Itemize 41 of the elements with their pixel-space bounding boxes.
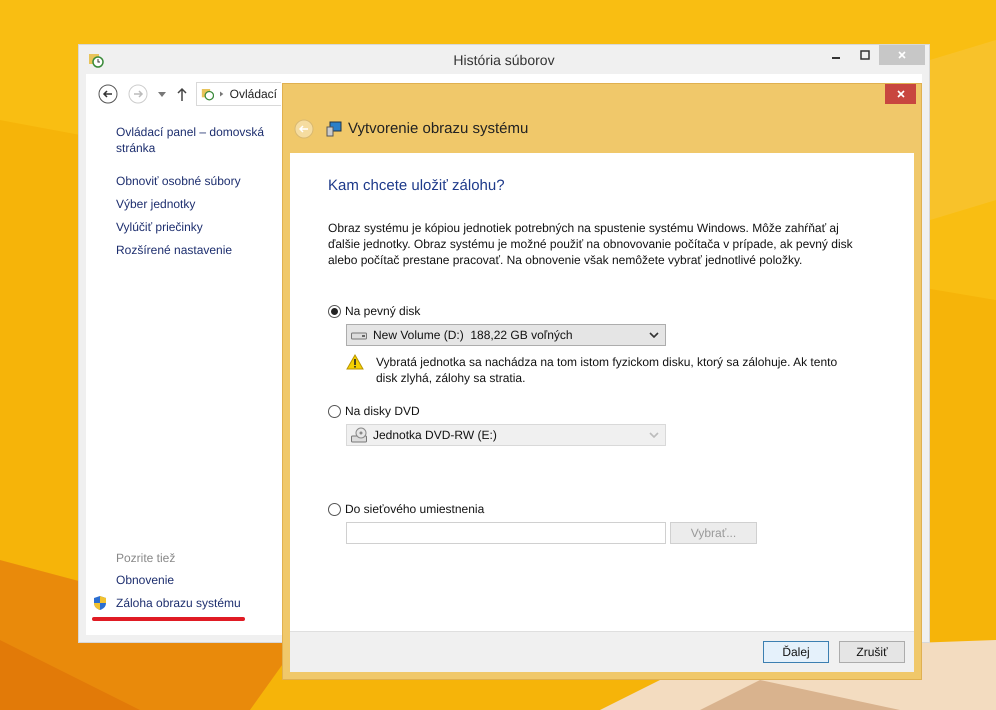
back-button[interactable] xyxy=(96,84,120,104)
window-title: História súborov xyxy=(453,52,555,68)
description-text: Obraz systému je kópiou jednotiek potrebných na spustenie systému Windows. Môže zahŕňať aj ďalšie jednotky. Obraz systému je možné použiť na obnovovanie počítača v prípade, ak pevný disk alebo počítač prestane pracovať. Na obnovenie však nemôžete vybrať jednotlivé položky. xyxy=(328,220,854,268)
page-heading: Kam chcete uložiť zálohu? xyxy=(328,177,506,194)
chevron-down-icon xyxy=(649,332,659,338)
chevron-right-icon xyxy=(220,91,224,97)
sidebar-link[interactable]: Obnoviť osobné súbory xyxy=(116,173,241,189)
radio-button[interactable]: Na pevný disk xyxy=(328,304,420,318)
drive-icon xyxy=(351,330,367,340)
close-icon xyxy=(896,89,906,99)
computer-icon xyxy=(326,120,342,136)
dialog-title: Vytvorenie obrazu systému xyxy=(348,120,528,137)
shield-icon xyxy=(93,595,107,611)
network-path-field[interactable] xyxy=(346,522,666,544)
warning-icon xyxy=(346,354,364,370)
sidebar-link[interactable]: Obnovenie xyxy=(116,572,174,588)
radio-button[interactable]: Do sieťového umiestnenia xyxy=(328,502,484,516)
sidebar-link[interactable]: Rozšírené nastavenie xyxy=(116,242,232,258)
history-dropdown[interactable] xyxy=(156,92,168,96)
warning-text: Vybratá jednotka sa nachádza na tom istom fyzickom disku, ktorý sa zálohuje. Ak tento disk zlyhá, zálohy sa stratia. xyxy=(376,354,838,386)
dialog-button[interactable]: Zrušiť xyxy=(839,641,905,663)
folder-clock-icon xyxy=(201,86,214,102)
up-arrow-icon xyxy=(176,87,188,101)
sidebar-link[interactable]: Záloha obrazu systému xyxy=(116,595,241,611)
radio-button[interactable]: Na disky DVD xyxy=(328,404,420,418)
sidebar-link[interactable]: Výber jednotky xyxy=(116,196,196,212)
address-bar[interactable]: Ovládací xyxy=(196,82,281,106)
chevron-down-icon xyxy=(649,432,659,438)
sidebar-link[interactable]: Ovládací panel – domovská stránka xyxy=(116,124,278,156)
drive-dropdown[interactable]: New Volume (D:) 188,22 GB voľných xyxy=(346,324,666,346)
caret-icon xyxy=(158,92,166,96)
close-button[interactable] xyxy=(885,84,916,104)
minimize-icon xyxy=(832,57,840,59)
sidebar-link[interactable]: Vylúčiť priečinky xyxy=(116,219,203,235)
section-heading: Pozrite tiež xyxy=(116,551,176,565)
close-icon xyxy=(897,50,907,60)
folder-clock-icon xyxy=(88,52,104,68)
maximize-icon xyxy=(860,50,870,60)
dialog-button[interactable]: Ďalej xyxy=(763,641,829,663)
address-text: Ovládací xyxy=(230,87,277,101)
disc-drive-icon xyxy=(351,427,367,443)
